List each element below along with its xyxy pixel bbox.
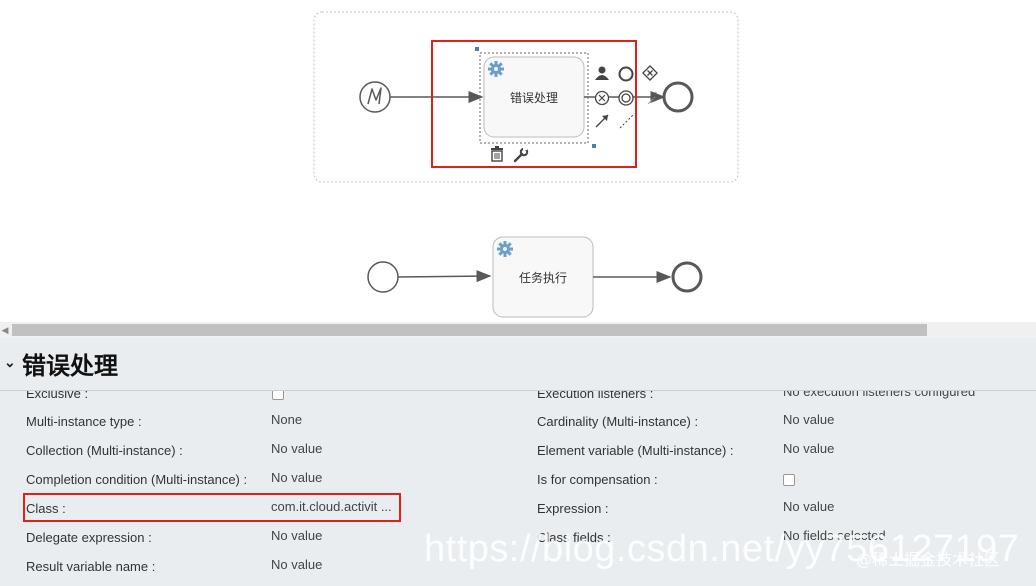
add-event-icon[interactable] bbox=[618, 66, 634, 82]
prop-value[interactable]: No value bbox=[271, 441, 322, 456]
prop-value[interactable]: No value bbox=[271, 528, 322, 543]
add-intermediate-event-icon[interactable] bbox=[594, 90, 610, 106]
service-task-icon-2 bbox=[497, 241, 513, 257]
svg-text:E: E bbox=[651, 91, 657, 101]
trash-icon[interactable] bbox=[491, 146, 503, 162]
prop-value[interactable]: No value bbox=[783, 412, 834, 427]
prop-value[interactable]: No value bbox=[271, 557, 322, 572]
wrench-icon[interactable] bbox=[513, 147, 529, 163]
horizontal-scrollbar[interactable]: ◀ bbox=[0, 322, 1036, 338]
prop-label: Delegate expression : bbox=[26, 530, 152, 545]
prop-row-multi-instance-type[interactable]: Multi-instance type : None bbox=[26, 412, 526, 434]
prop-label: Completion condition (Multi-instance) : bbox=[26, 472, 248, 487]
scroll-left-arrow-icon[interactable]: ◀ bbox=[0, 324, 10, 336]
watermark-tag: @稀土掘金技术社区 bbox=[856, 550, 1001, 569]
service-task-icon bbox=[488, 61, 504, 77]
prop-value[interactable]: No value bbox=[783, 499, 834, 514]
sequence-flow-2[interactable] bbox=[397, 270, 492, 283]
prop-label: Cardinality (Multi-instance) : bbox=[537, 414, 699, 429]
prop-row-collection[interactable]: Collection (Multi-instance) : No value bbox=[26, 441, 526, 463]
end-event-2[interactable] bbox=[671, 261, 703, 293]
add-boundary-event-icon[interactable] bbox=[618, 90, 634, 106]
bpmn-diagram[interactable]: 错误处理 E 任务执行 bbox=[0, 0, 1036, 322]
task-label: 错误处理 bbox=[510, 91, 558, 105]
prop-label: Expression : bbox=[537, 501, 609, 516]
resize-handle-bottom-right[interactable] bbox=[592, 144, 596, 148]
prop-row-expression[interactable]: Expression : No value bbox=[537, 499, 1027, 521]
task-label-2: 任务执行 bbox=[519, 270, 567, 285]
properties-header[interactable]: ⌄ 错误处理 bbox=[0, 338, 1036, 391]
prop-value[interactable]: None bbox=[271, 412, 302, 427]
highlight-box-class bbox=[23, 493, 401, 522]
task-execution[interactable]: 任务执行 bbox=[492, 236, 594, 318]
end-event[interactable] bbox=[662, 81, 694, 113]
prop-row-is-for-compensation: Is for compensation : bbox=[537, 472, 1027, 492]
prop-label: Is for compensation : bbox=[537, 472, 658, 487]
prop-value[interactable]: No value bbox=[783, 441, 834, 456]
prop-value[interactable]: No value bbox=[271, 470, 322, 485]
prop-label: Collection (Multi-instance) : bbox=[26, 443, 183, 458]
prop-row-completion-condition[interactable]: Completion condition (Multi-instance) : … bbox=[26, 470, 526, 492]
prop-label: Multi-instance type : bbox=[26, 414, 142, 429]
process-canvas[interactable]: 错误处理 E 任务执行 bbox=[0, 0, 1036, 322]
prop-label: Result variable name : bbox=[26, 559, 156, 574]
add-connector-icon[interactable] bbox=[595, 114, 609, 128]
task-error-handling[interactable]: 错误处理 bbox=[483, 56, 585, 138]
prop-label: Element variable (Multi-instance) : bbox=[537, 443, 734, 458]
prop-row-element-variable[interactable]: Element variable (Multi-instance) : No v… bbox=[537, 441, 1027, 463]
add-user-task-icon[interactable] bbox=[595, 66, 609, 81]
error-start-event[interactable] bbox=[359, 81, 391, 113]
scrollbar-thumb[interactable] bbox=[12, 324, 927, 336]
start-event[interactable] bbox=[367, 261, 399, 293]
chevron-down-icon[interactable]: ⌄ bbox=[4, 354, 16, 371]
compensation-checkbox[interactable] bbox=[783, 474, 795, 486]
add-gateway-icon[interactable] bbox=[642, 65, 658, 81]
resize-handle-top-left[interactable] bbox=[475, 47, 479, 51]
properties-title: 错误处理 bbox=[22, 352, 118, 380]
add-association-icon[interactable] bbox=[619, 114, 634, 129]
prop-row-cardinality[interactable]: Cardinality (Multi-instance) : No value bbox=[537, 412, 1027, 434]
